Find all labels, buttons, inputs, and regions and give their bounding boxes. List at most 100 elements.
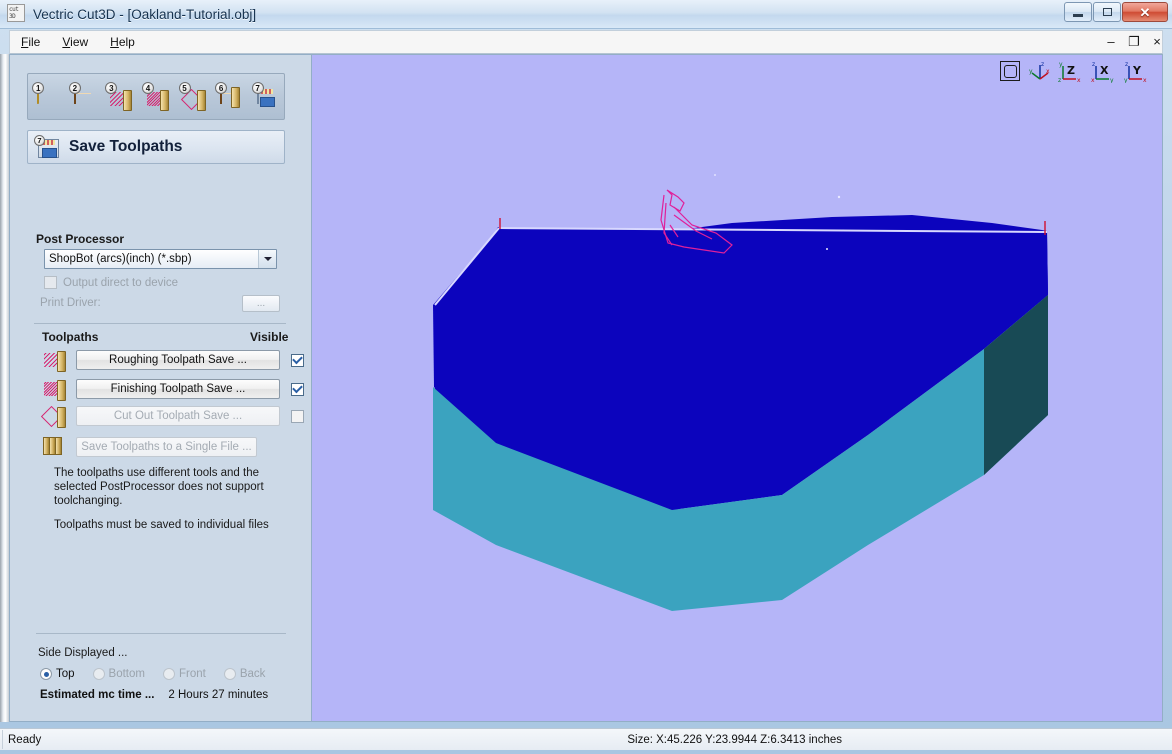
minimize-button[interactable]: [1064, 2, 1092, 22]
page-title: Save Toolpaths: [69, 138, 183, 155]
finishing-visible-checkbox[interactable]: [291, 382, 304, 396]
step-toolbar: 1 2 3 4 5 6 7: [27, 73, 285, 120]
zoom-to-fit-button[interactable]: [1000, 61, 1022, 83]
menu-item-view[interactable]: View: [51, 32, 99, 52]
mdi-restore-icon: ❐: [1128, 33, 1140, 49]
mdi-child-controls: – ❐ ×: [1104, 34, 1164, 48]
step-3-number: 3: [105, 81, 118, 94]
window-title: Vectric Cut3D - [Oakland-Tutorial.obj]: [33, 6, 257, 22]
x-view-icon: z x y X: [1091, 61, 1114, 83]
visible-column-title: Visible: [250, 330, 289, 344]
svg-text:x: x: [1077, 77, 1081, 83]
output-direct-checkbox[interactable]: [44, 276, 57, 289]
3d-viewport[interactable]: z y x y z x Z z x y X z y x Y: [311, 54, 1163, 722]
toolbar-step-7-save-toolpaths[interactable]: 7: [251, 81, 280, 112]
restore-icon: [1102, 8, 1112, 16]
table-row: Roughing Toolpath Save ...: [42, 349, 304, 372]
estimated-time-value: 2 Hours 27 minutes: [168, 689, 269, 701]
window-controls: ✕: [1064, 2, 1168, 22]
finishing-toolpath-icon: [42, 377, 72, 401]
y-view-label: Y: [1132, 64, 1142, 77]
svg-text:z: z: [1041, 61, 1044, 68]
svg-text:y: y: [1059, 61, 1063, 68]
step-2-number: 2: [68, 81, 81, 94]
menu-item-help[interactable]: Help: [99, 32, 146, 52]
radio-top-label: Top: [56, 668, 75, 680]
single-file-row: Save Toolpaths to a Single File ...: [42, 436, 257, 458]
maximize-button[interactable]: [1093, 2, 1121, 22]
x-view-button[interactable]: z x y X: [1091, 61, 1117, 83]
output-direct-row: Output direct to device: [44, 276, 178, 289]
mdi-minimize-button[interactable]: –: [1104, 34, 1118, 48]
toolpath-dot-1: [714, 174, 716, 176]
toolpaths-divider-top: [34, 323, 286, 324]
toolbar-step-3-roughing[interactable]: 3: [105, 81, 133, 112]
radio-bottom-label: Bottom: [108, 668, 145, 680]
step-4-number: 4: [141, 81, 154, 94]
print-driver-browse-button[interactable]: ...: [242, 295, 280, 312]
output-direct-label: Output direct to device: [63, 276, 179, 289]
toolpath-message-line-3: toolchanging.: [54, 495, 123, 507]
app-logo-line1: cut: [9, 6, 19, 13]
cutout-toolpath-save-button[interactable]: Cut Out Toolpath Save ...: [76, 406, 280, 426]
x-view-label: X: [1100, 64, 1109, 77]
mdi-close-button[interactable]: ×: [1150, 34, 1164, 48]
save-toolpaths-header-icon: 7: [34, 135, 59, 158]
cutout-visible-checkbox[interactable]: [291, 409, 304, 423]
radio-front-indicator: [162, 668, 175, 680]
step-1-number: 1: [32, 81, 45, 94]
title-bar: cut 3D Vectric Cut3D - [Oakland-Tutorial…: [0, 0, 1172, 29]
toolpath-message-line-4: Toolpaths must be saved to individual fi…: [54, 519, 269, 531]
page-header: 7 Save Toolpaths: [27, 130, 285, 164]
table-row: Cut Out Toolpath Save ...: [40, 405, 304, 428]
sidebar-panel: 1 2 3 4 5 6 7 7 Save Toolpaths Post Proc…: [9, 54, 311, 722]
sidebar-scroll-gutter[interactable]: [0, 54, 9, 722]
mdi-restore-button[interactable]: ❐: [1127, 34, 1141, 48]
menu-item-help-accel: H: [110, 35, 119, 49]
minimize-icon: [1073, 13, 1083, 17]
radio-back-label: Back: [239, 668, 266, 680]
step-7-number: 7: [251, 81, 264, 94]
roughing-toolpath-save-button[interactable]: Roughing Toolpath Save ...: [76, 350, 280, 370]
z-view-icon: y z x Z: [1058, 61, 1081, 83]
post-processor-value: ShopBot (arcs)(inch) (*.sbp): [49, 253, 192, 265]
save-single-file-button[interactable]: Save Toolpaths to a Single File ...: [76, 437, 257, 457]
toolpaths-title: Toolpaths: [42, 330, 99, 344]
radio-back[interactable]: Back: [223, 668, 266, 680]
post-processor-label: Post Processor: [36, 232, 125, 246]
status-size-info: Size: X:45.226 Y:23.9944 Z:6.3413 inches: [627, 733, 842, 746]
roughing-visible-checkbox[interactable]: [291, 353, 304, 367]
radio-bottom[interactable]: Bottom: [92, 668, 145, 680]
estimated-time-label: Estimated mc time ...: [40, 689, 155, 701]
print-driver-label: Print Driver:: [40, 297, 101, 309]
toolbar-step-4-finishing[interactable]: 4: [141, 81, 170, 112]
svg-text:z: z: [1092, 61, 1095, 68]
menu-item-file[interactable]: File: [10, 32, 51, 52]
radio-top[interactable]: Top: [40, 668, 75, 680]
radio-top-indicator: [40, 668, 52, 680]
step-5-number: 5: [178, 81, 191, 94]
status-divider: [2, 730, 3, 749]
chevron-down-icon[interactable]: [258, 250, 276, 268]
radio-front[interactable]: Front: [162, 668, 206, 680]
close-button[interactable]: ✕: [1122, 2, 1168, 22]
application-window: cut 3D Vectric Cut3D - [Oakland-Tutorial…: [0, 0, 1172, 754]
print-driver-row: Print Driver: ...: [40, 295, 280, 312]
multi-toolpath-icon: [42, 435, 72, 459]
toolbar-step-5-cutout[interactable]: 5: [178, 81, 207, 112]
toolpath-dot-3: [826, 248, 828, 250]
finishing-toolpath-save-button[interactable]: Finishing Toolpath Save ...: [76, 379, 280, 399]
toolbar-step-1-open-model[interactable]: 1: [32, 81, 60, 112]
isometric-view-icon: z y x: [1029, 61, 1050, 80]
toolbar-step-2-model-size[interactable]: 2: [68, 81, 97, 112]
table-row: Finishing Toolpath Save ...: [42, 377, 304, 401]
radio-bottom-indicator: [92, 668, 105, 680]
z-view-button[interactable]: y z x Z: [1058, 61, 1084, 83]
view-toolbar: z y x y z x Z z x y X z y x Y: [1000, 60, 1150, 84]
isometric-view-button[interactable]: z y x: [1029, 61, 1051, 83]
toolbar-step-6-preview[interactable]: 6: [215, 81, 243, 112]
post-processor-select[interactable]: ShopBot (arcs)(inch) (*.sbp): [44, 249, 277, 269]
side-displayed-divider: [36, 633, 286, 634]
toolpath-message-line-1: The toolpaths use different tools and th…: [54, 467, 260, 479]
y-view-button[interactable]: z y x Y: [1124, 61, 1150, 83]
